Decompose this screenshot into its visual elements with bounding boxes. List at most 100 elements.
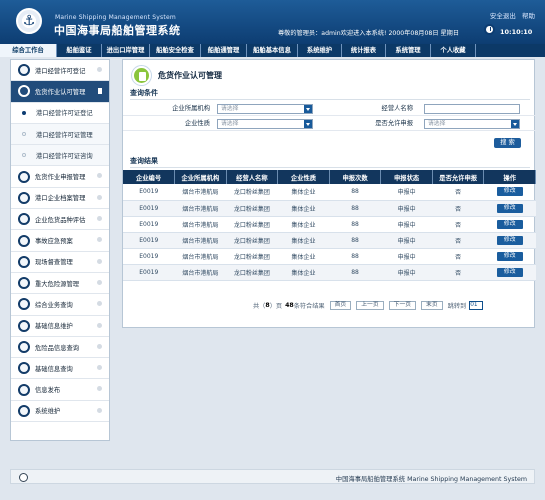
search-button[interactable]: 搜 索 [494, 138, 521, 148]
table-cell: 烟台市港航局 [174, 264, 227, 281]
table-cell: 申报中 [380, 184, 433, 201]
table-cell: 烟台市港航局 [174, 248, 227, 265]
nav-tab-ship-info[interactable]: 船舶基本信息 [247, 44, 298, 57]
sidebar-item-enterprise-assessment[interactable]: 企业危货品种评估 [11, 209, 109, 231]
query-row: 企业所属机构 请选择 经营人名称 [123, 102, 536, 116]
sidebar-item-label: 港口经营许可证管理 [36, 131, 93, 139]
table-cell: 烟台市港航局 [174, 232, 227, 249]
sidebar-item-basic-query[interactable]: 基础信息查询 [11, 358, 109, 380]
edit-button[interactable]: 修改 [496, 203, 523, 213]
sidebar-item-system-maintenance[interactable]: 系统维护 [11, 401, 109, 423]
previous-page-button[interactable]: 上一页 [356, 300, 384, 310]
logout-link[interactable]: 安全退出 [490, 12, 516, 20]
chevron-icon [97, 407, 102, 413]
search-icon [18, 341, 30, 353]
table-cell: 否 [432, 232, 484, 249]
sidebar-subitem-license-registration[interactable]: 港口经营许可证登记 [11, 102, 109, 124]
header: ⚓ Marine Shipping Management System 中国海事… [0, 0, 545, 44]
results-section-title: 查询结果 [130, 156, 530, 168]
sidebar-item-dangerous-query[interactable]: 危险品信息查询 [11, 337, 109, 359]
allow-report-select[interactable]: 请选择 [424, 119, 520, 129]
table-row: E0019 烟台市港航局 龙口粉丝集团 集体企业 88 申报中否 修改 [123, 264, 536, 281]
query-row: 企业性质 请选择 是否允许申报 请选择 [123, 117, 536, 131]
sidebar-item-label: 危货作业认可管理 [35, 88, 86, 96]
help-link[interactable]: 帮助 [522, 12, 535, 20]
sidebar-subitem-license-management[interactable]: 港口经营许可证管理 [11, 123, 109, 146]
pagination-suffix: 条符合结果 [293, 302, 325, 310]
power-icon [18, 383, 30, 396]
sidebar-item-basic-maintenance[interactable]: 基础信息维护 [11, 316, 109, 337]
last-page-button[interactable]: 末页 [421, 300, 443, 310]
nav-tab-ship-certification[interactable]: 船舶鉴证 [57, 44, 102, 57]
nav-tab-workbench[interactable]: 综合工作台 [0, 44, 57, 57]
sidebar-item-business-query[interactable]: 综合业务查询 [11, 294, 109, 316]
table-cell: 88 [329, 184, 381, 201]
nav-tab-ship-pass[interactable]: 船舶通管理 [201, 44, 247, 57]
system-title-chinese: 中国海事局船舶管理系统 [54, 24, 181, 37]
sidebar-item-label: 港口经营许可登记 [35, 67, 86, 75]
shield-icon [18, 85, 30, 98]
allow-report-label: 是否允许申报 [375, 120, 413, 127]
table-cell: 龙口粉丝集团 [226, 248, 278, 265]
edit-button[interactable]: 修改 [496, 235, 523, 245]
sidebar-item-info-release[interactable]: 信息发布 [11, 379, 109, 401]
footer: 中国海事局船舶管理系统 Marine Shipping Management S… [10, 469, 535, 484]
chevron-icon [97, 194, 102, 200]
first-page-button[interactable]: 首页 [329, 300, 352, 310]
table-header: 申报状态 [380, 170, 433, 184]
menu-icon [18, 298, 30, 311]
sidebar-item-operation-report[interactable]: 危货作业申报管理 [11, 166, 109, 188]
sidebar-item-dangerous-goods[interactable]: 危货作业认可管理 [11, 81, 109, 103]
table-cell: 88 [329, 264, 381, 281]
chevron-icon [97, 343, 102, 349]
table-row: E0019 烟台市港航局 龙口粉丝集团 集体企业 88 申报中否 修改 [123, 184, 536, 201]
sidebar-item-hazard-source[interactable]: 重大危险源管理 [11, 273, 109, 295]
table-cell: E0019 [123, 200, 175, 217]
sidebar-item-port-license-registration[interactable]: 港口经营许可登记 [11, 60, 109, 82]
table-cell: 申报中 [380, 216, 433, 233]
page-header: 危货作业认可管理 [132, 63, 222, 88]
chevron-icon [97, 386, 102, 392]
table-cell: 88 [329, 248, 381, 265]
table-header: 企业所属机构 [174, 170, 227, 184]
sidebar: 港口经营许可登记 危货作业认可管理 港口经营许可证登记 港口经营许可证管理 港口… [10, 59, 110, 441]
table-cell: 集体企业 [277, 216, 330, 233]
nav-tab-statistics[interactable]: 统计报表 [342, 44, 386, 57]
table-header: 是否允许申报 [432, 170, 485, 184]
document-icon [132, 66, 151, 85]
next-page-button[interactable]: 下一页 [388, 300, 417, 310]
jump-label: 跳转到 [447, 302, 467, 310]
nav-tab-favorites[interactable]: 个人收藏 [431, 44, 476, 57]
enterprise-nature-select[interactable]: 请选择 [217, 119, 313, 129]
edit-button[interactable]: 修改 [496, 267, 523, 277]
edit-button[interactable]: 修改 [496, 251, 523, 261]
alarm-icon [18, 234, 30, 247]
nav-tab-system-management[interactable]: 系统管理 [386, 44, 431, 57]
operator-name-input[interactable] [424, 104, 520, 114]
table-header: 经营人名称 [226, 170, 279, 184]
table-cell: 龙口粉丝集团 [226, 200, 278, 217]
main-navigation: 综合工作台 船舶鉴证 进出口岸管理 船舶安全检查 船舶通管理 船舶基本信息 系统… [0, 44, 545, 57]
sidebar-item-enterprise-files[interactable]: 港口企业档案管理 [11, 188, 109, 210]
chevron-icon [97, 365, 102, 371]
nav-tab-system-maintenance[interactable]: 系统维护 [298, 44, 342, 57]
page-jump-select[interactable]: 01 [469, 300, 484, 310]
table-cell: 修改 [483, 216, 536, 233]
sidebar-item-emergency-plan[interactable]: 事故应急预案 [11, 230, 109, 252]
table-header: 申报次数 [329, 170, 382, 184]
nav-tab-ship-safety[interactable]: 船舶安全检查 [150, 44, 201, 57]
maritime-logo-icon: ⚓ [16, 8, 42, 34]
edit-button[interactable]: 修改 [496, 187, 523, 197]
enterprise-agency-select[interactable]: 请选择 [217, 104, 313, 114]
header-links: 安全退出 帮助 [486, 10, 535, 20]
sidebar-subitem-license-consultation[interactable]: 港口经营许可证咨询 [11, 145, 109, 167]
table-cell: 烟台市港航局 [174, 216, 227, 233]
selected-dot-icon [22, 110, 26, 115]
sidebar-item-label: 综合业务查询 [35, 301, 73, 309]
edit-button[interactable]: 修改 [496, 219, 523, 229]
chevron-icon [97, 258, 102, 264]
nav-tab-port-entry[interactable]: 进出口岸管理 [102, 44, 150, 57]
warning-icon [18, 277, 30, 290]
sidebar-item-label: 港口经营许可证咨询 [36, 152, 93, 160]
sidebar-item-site-inspection[interactable]: 现场督查管理 [11, 252, 109, 273]
